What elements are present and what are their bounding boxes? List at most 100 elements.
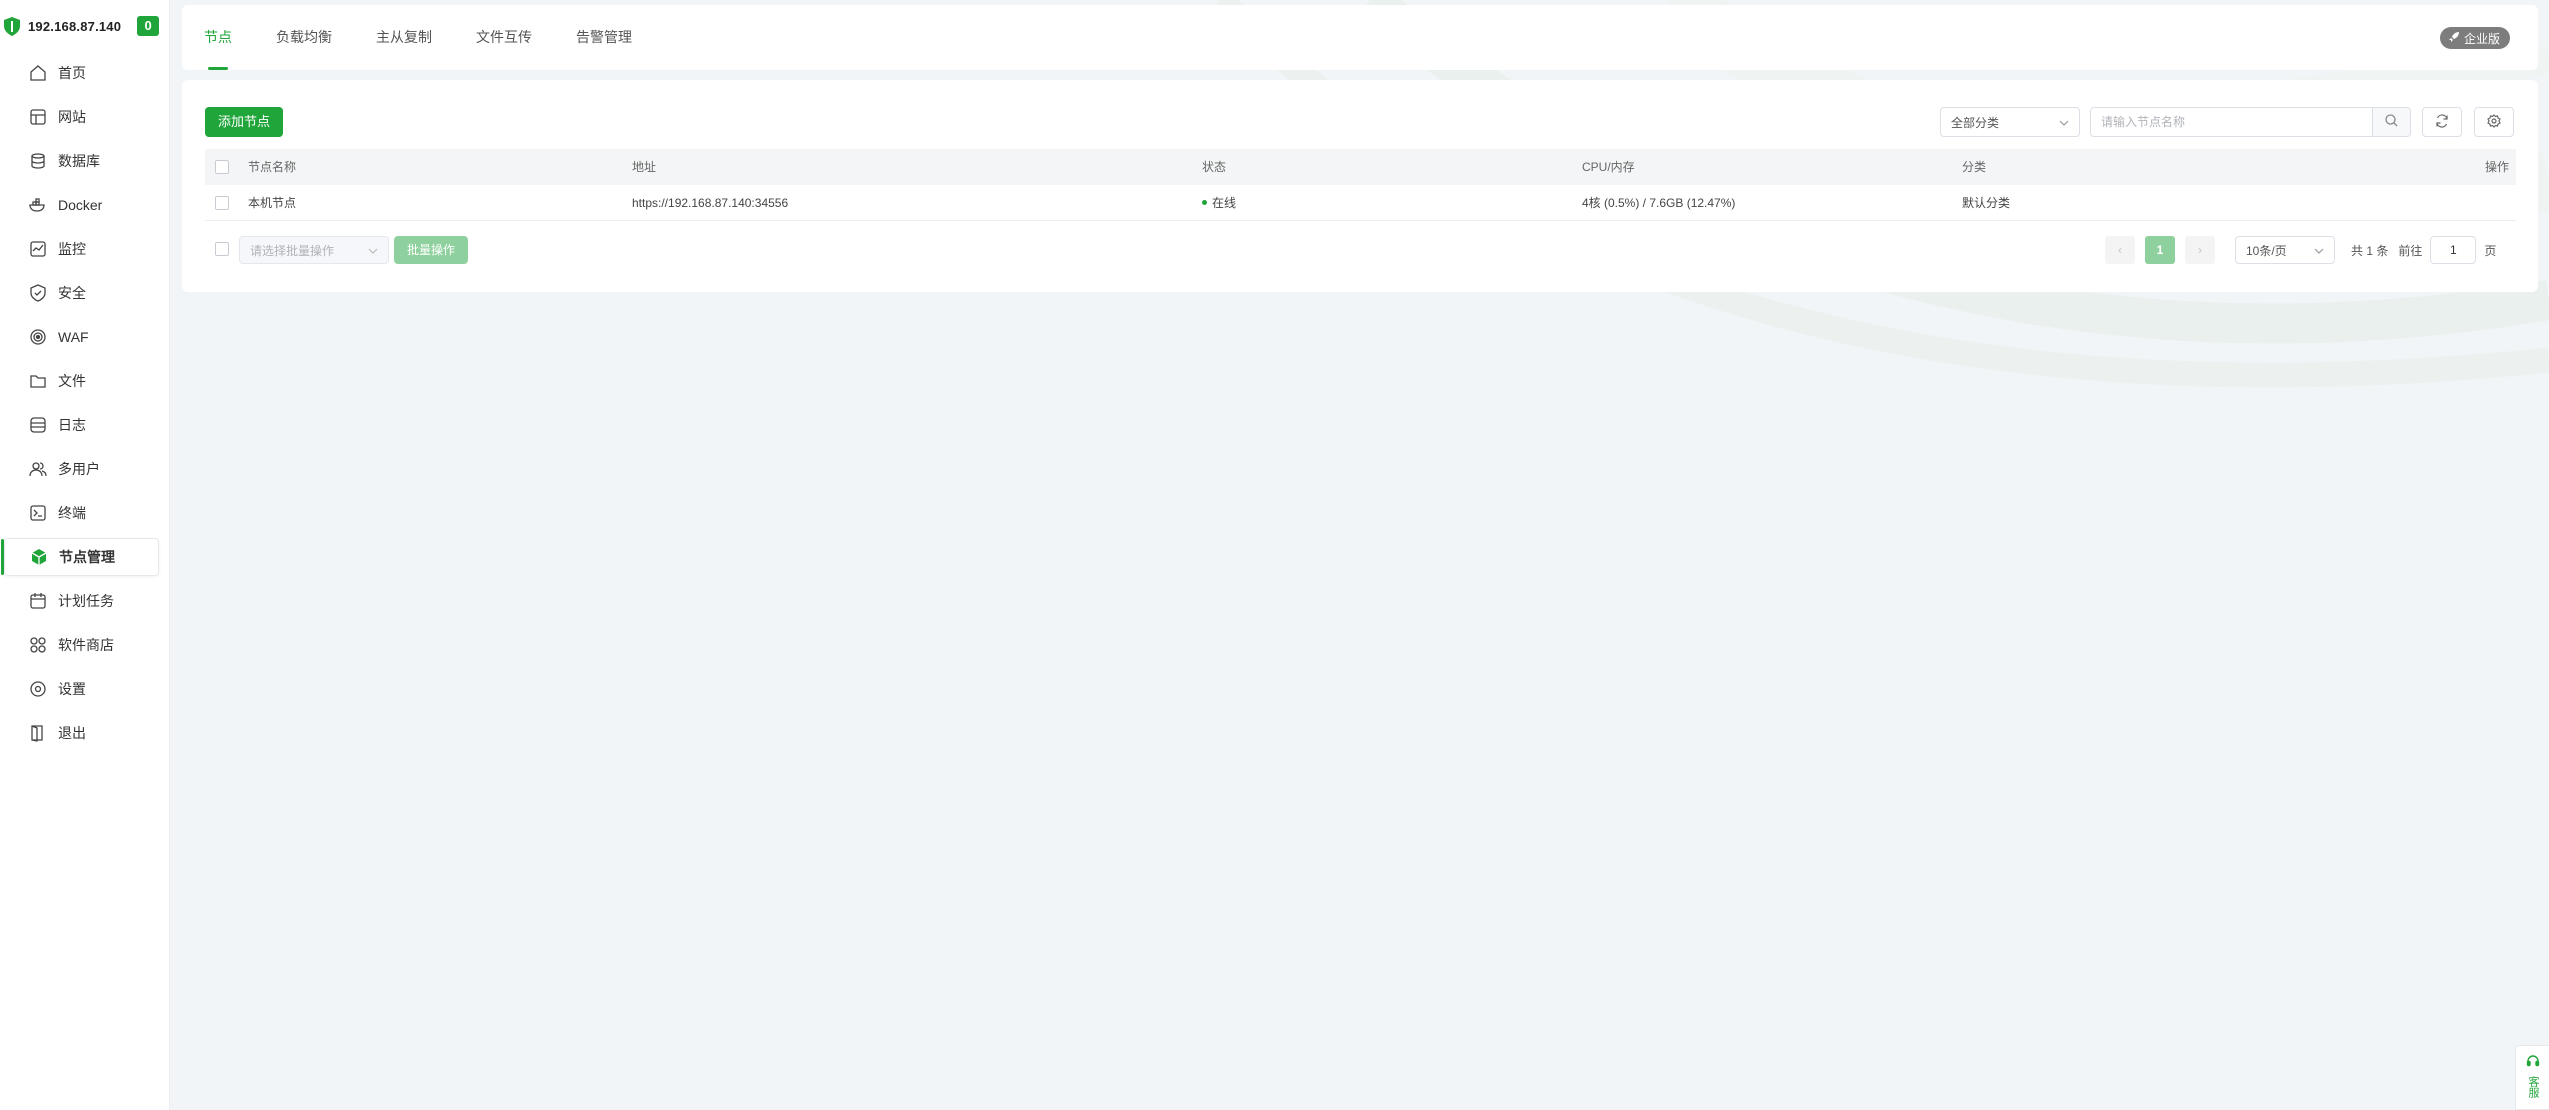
apps-icon	[28, 635, 48, 655]
chevron-down-icon	[368, 243, 378, 257]
sidebar-item-label: 首页	[58, 65, 86, 81]
enterprise-label: 企业版	[2463, 31, 2500, 46]
search-button[interactable]	[2372, 108, 2410, 136]
sidebar-item-label: WAF	[58, 329, 89, 345]
gear-icon	[2487, 113, 2501, 131]
sidebar-item-label: 终端	[58, 505, 86, 521]
headset-icon	[2526, 1054, 2540, 1072]
search-input[interactable]	[2091, 108, 2372, 136]
sidebar-item-waf[interactable]: WAF	[4, 318, 159, 356]
header-address[interactable]: 地址	[632, 149, 656, 185]
node-cpu-memory: 4核 (0.5%) / 7.6GB (12.47%)	[1582, 196, 1736, 210]
gear-icon	[28, 679, 48, 699]
sidebar-item-label: 节点管理	[59, 549, 115, 565]
header-cpu-memory[interactable]: CPU/内存	[1582, 149, 1635, 185]
bt-shield-logo-icon	[4, 16, 22, 36]
docker-icon	[28, 195, 48, 215]
node-icon	[29, 547, 49, 567]
sidebar-item-label: 安全	[58, 285, 86, 301]
sidebar-item-label: 设置	[58, 681, 86, 697]
node-address[interactable]: https://192.168.87.140:34556	[632, 185, 788, 221]
sidebar-item-monitor[interactable]: 监控	[4, 230, 159, 268]
sidebar-menu: 首页 网站 数据库 Docker 监控 安全 WAF 文件 日志 多用户 终端 …	[0, 54, 169, 752]
tab-alert-management[interactable]: 告警管理	[576, 5, 632, 70]
terminal-icon	[28, 503, 48, 523]
tab-list: 节点 负载均衡 主从复制 文件互传 告警管理	[204, 5, 676, 70]
notification-badge[interactable]: 0	[137, 16, 160, 36]
page-size-select[interactable]: 10条/页	[2235, 236, 2335, 264]
sidebar-item-home[interactable]: 首页	[4, 54, 159, 92]
page-suffix: 页	[2484, 243, 2497, 258]
refresh-icon	[2435, 113, 2449, 131]
category-select[interactable]: 全部分类	[1940, 107, 2080, 137]
sidebar-item-label: 网站	[58, 109, 86, 125]
tabs-bar: 节点 负载均衡 主从复制 文件互传 告警管理 企业版	[182, 5, 2538, 70]
node-list-panel: 添加节点 全部分类 节点名称 地址 状态 CPU/内存 分类 操作 本机节点 h…	[182, 80, 2538, 292]
refresh-button[interactable]	[2422, 107, 2462, 137]
sidebar-item-database[interactable]: 数据库	[4, 142, 159, 180]
sidebar-item-label: 多用户	[58, 461, 100, 477]
node-category[interactable]: 默认分类	[1962, 185, 2010, 221]
calendar-icon	[28, 591, 48, 611]
sidebar-item-node-management[interactable]: 节点管理	[1, 538, 159, 576]
sidebar-item-security[interactable]: 安全	[4, 274, 159, 312]
sidebar-item-label: 软件商店	[58, 637, 114, 653]
sidebar-item-label: Docker	[58, 197, 103, 213]
batch-operation-placeholder: 请选择批量操作	[250, 243, 335, 258]
enterprise-badge[interactable]: 企业版	[2439, 27, 2510, 49]
next-page-button[interactable]: ›	[2185, 236, 2215, 264]
sidebar-item-settings[interactable]: 设置	[4, 670, 159, 708]
sidebar: 192.168.87.140 0 首页 网站 数据库 Docker 监控 安全	[0, 0, 170, 1110]
sidebar-item-app-store[interactable]: 软件商店	[4, 626, 159, 664]
tab-load-balance[interactable]: 负载均衡	[276, 5, 332, 70]
rocket-icon	[2448, 31, 2460, 46]
total-count: 共 1 条	[2351, 243, 2389, 258]
server-ip: 192.168.87.140	[28, 18, 122, 34]
log-icon	[28, 415, 48, 435]
header-name[interactable]: 节点名称	[248, 149, 296, 185]
page-size-value: 10条/页	[2246, 243, 2287, 258]
sidebar-item-website[interactable]: 网站	[4, 98, 159, 136]
search-icon	[2385, 114, 2398, 130]
node-name[interactable]: 本机节点	[248, 185, 296, 221]
sidebar-item-docker[interactable]: Docker	[4, 186, 159, 224]
header-category[interactable]: 分类	[1962, 149, 1986, 185]
node-status: 在线	[1202, 185, 1236, 221]
sidebar-item-cron[interactable]: 计划任务	[4, 582, 159, 620]
sidebar-item-multiuser[interactable]: 多用户	[4, 450, 159, 488]
table-row: 本机节点 https://192.168.87.140:34556 在线 4核 …	[205, 185, 2516, 221]
settings-button[interactable]	[2474, 107, 2514, 137]
sidebar-item-label: 退出	[58, 725, 86, 741]
sidebar-item-logs[interactable]: 日志	[4, 406, 159, 444]
sidebar-item-label: 监控	[58, 241, 86, 257]
pagination: ‹ 1 › 10条/页 共 1 条 前往 1 页	[2105, 236, 2496, 264]
select-all-checkbox[interactable]	[215, 160, 229, 174]
users-icon	[28, 459, 48, 479]
footer-select-all-checkbox[interactable]	[215, 242, 229, 256]
sidebar-item-label: 计划任务	[58, 593, 114, 609]
header-actions: 操作	[2484, 160, 2509, 174]
tab-nodes[interactable]: 节点	[204, 5, 232, 70]
node-table: 节点名称 地址 状态 CPU/内存 分类 操作 本机节点 https://192…	[205, 149, 2516, 221]
goto-page-input[interactable]: 1	[2430, 236, 2477, 264]
database-icon	[28, 151, 48, 171]
chevron-down-icon	[2059, 115, 2069, 129]
sidebar-item-files[interactable]: 文件	[4, 362, 159, 400]
tab-master-slave[interactable]: 主从复制	[376, 5, 432, 70]
node-status-label: 在线	[1212, 196, 1237, 210]
sidebar-item-terminal[interactable]: 终端	[4, 494, 159, 532]
chevron-down-icon	[2314, 243, 2324, 257]
header-status[interactable]: 状态	[1202, 149, 1226, 185]
batch-operation-button[interactable]: 批量操作	[394, 236, 468, 264]
sidebar-item-logout[interactable]: 退出	[4, 714, 159, 752]
prev-page-button[interactable]: ‹	[2105, 236, 2135, 264]
page-number-current[interactable]: 1	[2145, 236, 2175, 264]
row-checkbox[interactable]	[215, 196, 229, 210]
tab-file-transfer[interactable]: 文件互传	[476, 5, 532, 70]
customer-service-button[interactable]: 客服	[2515, 1045, 2549, 1110]
folder-icon	[28, 371, 48, 391]
customer-service-label: 客服	[2527, 1076, 2539, 1098]
add-node-button[interactable]: 添加节点	[205, 107, 284, 137]
batch-operation-select[interactable]: 请选择批量操作	[239, 236, 389, 264]
sidebar-header: 192.168.87.140 0	[0, 0, 169, 52]
